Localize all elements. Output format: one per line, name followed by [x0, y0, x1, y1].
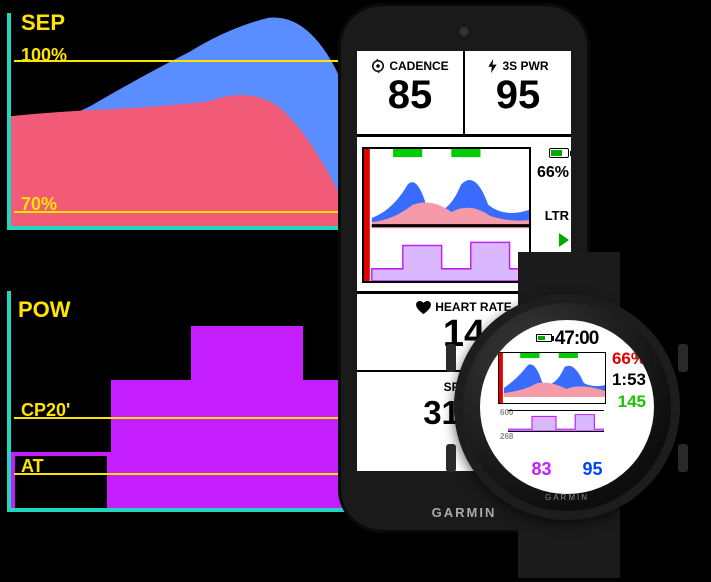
cadence-value: 85 — [357, 73, 463, 117]
cadence-label: CADENCE — [389, 59, 448, 73]
watch-pow-plot — [508, 411, 604, 431]
pow-title: POW — [18, 297, 71, 323]
play-icon — [559, 233, 569, 247]
battery-icon — [549, 148, 569, 158]
bolt-icon — [487, 59, 498, 73]
watch-val-right: 95 — [570, 459, 616, 480]
watch-area-plot — [499, 353, 605, 403]
watch-pct: 66% — [612, 348, 646, 369]
watch-button-tl[interactable] — [446, 344, 456, 372]
power-label: 3S PWR — [502, 59, 548, 73]
heart-icon — [416, 301, 431, 314]
power-value: 95 — [465, 73, 571, 117]
garmin-watch: GARMIN 47:00 66% 1:53 — [432, 252, 700, 578]
cadence-metric: CADENCE 85 — [357, 51, 463, 134]
watch-val-left: 83 — [518, 459, 564, 480]
pow-label-cp20: CP20' — [21, 400, 70, 421]
power-metric: 3S PWR 95 — [463, 51, 571, 134]
watch-button-br[interactable] — [678, 444, 688, 472]
watch-button-bl[interactable] — [446, 444, 456, 472]
watch-brand: GARMIN — [545, 493, 589, 502]
watch-lap: 1:53 — [612, 369, 646, 390]
watch-battery-icon — [536, 334, 552, 342]
edge-ltr-label: LTR — [533, 208, 569, 223]
sep-label-70: 70% — [21, 194, 57, 215]
watch-button-tr[interactable] — [678, 344, 688, 372]
edge-battery-pct: 66% — [533, 164, 569, 182]
sep-chart: SEP 100% 70% — [7, 13, 352, 230]
pow-step-2 — [111, 380, 191, 508]
watch-tick-bot: 268 — [500, 432, 513, 441]
sep-label-100: 100% — [21, 45, 67, 66]
cadence-icon — [371, 59, 385, 73]
sep-line-70 — [14, 211, 352, 213]
watch-time: 47:00 — [555, 328, 599, 349]
watch-hr: 145 — [612, 391, 646, 412]
watch-bezel: GARMIN 47:00 66% 1:53 — [454, 294, 680, 520]
watch-face[interactable]: 47:00 66% 1:53 145 600 — [480, 320, 654, 494]
pow-label-at: AT — [21, 456, 44, 477]
